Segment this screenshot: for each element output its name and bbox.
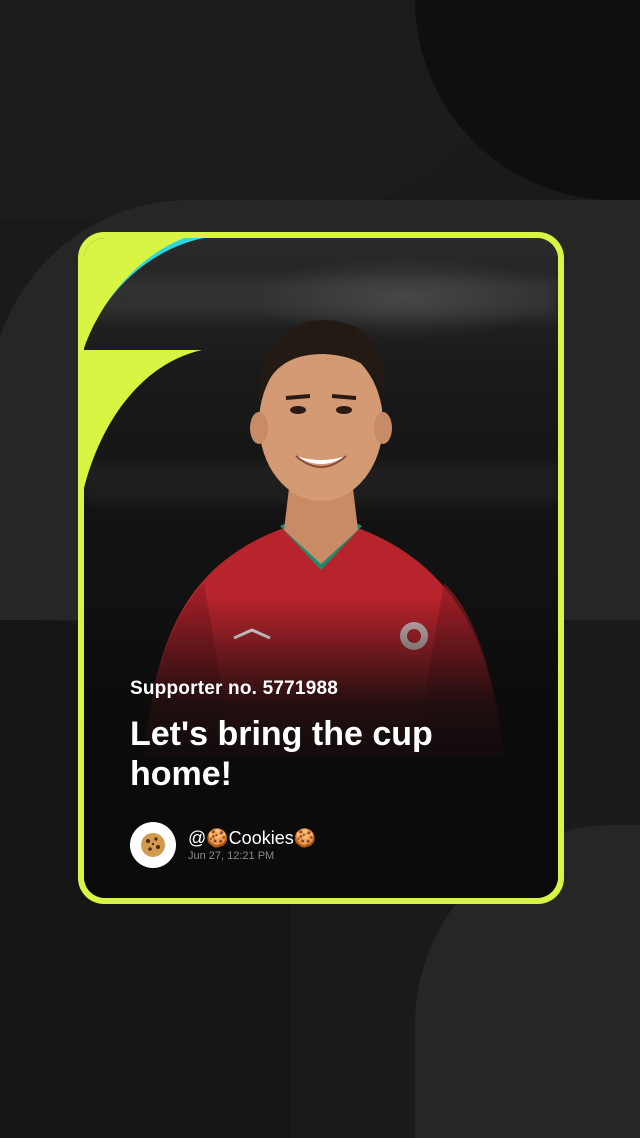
avatar[interactable] (130, 822, 176, 868)
supporter-card[interactable]: Supporter no. 5771988 Let's bring the cu… (78, 232, 564, 904)
supporter-number: Supporter no. 5771988 (130, 678, 338, 699)
card-content: Supporter no. 5771988 Let's bring the cu… (84, 238, 558, 898)
cookie-icon (141, 833, 165, 857)
author-username[interactable]: @🍪Cookies🍪 (188, 828, 316, 848)
author-meta: @🍪Cookies🍪 Jun 27, 12:21 PM (188, 828, 316, 862)
post-timestamp: Jun 27, 12:21 PM (188, 850, 275, 862)
post-headline: Let's bring the cup home! (130, 715, 433, 793)
corner-swoosh (84, 238, 204, 488)
bg-shape (415, 0, 640, 200)
author-row[interactable]: @🍪Cookies🍪 Jun 27, 12:21 PM (130, 822, 316, 868)
